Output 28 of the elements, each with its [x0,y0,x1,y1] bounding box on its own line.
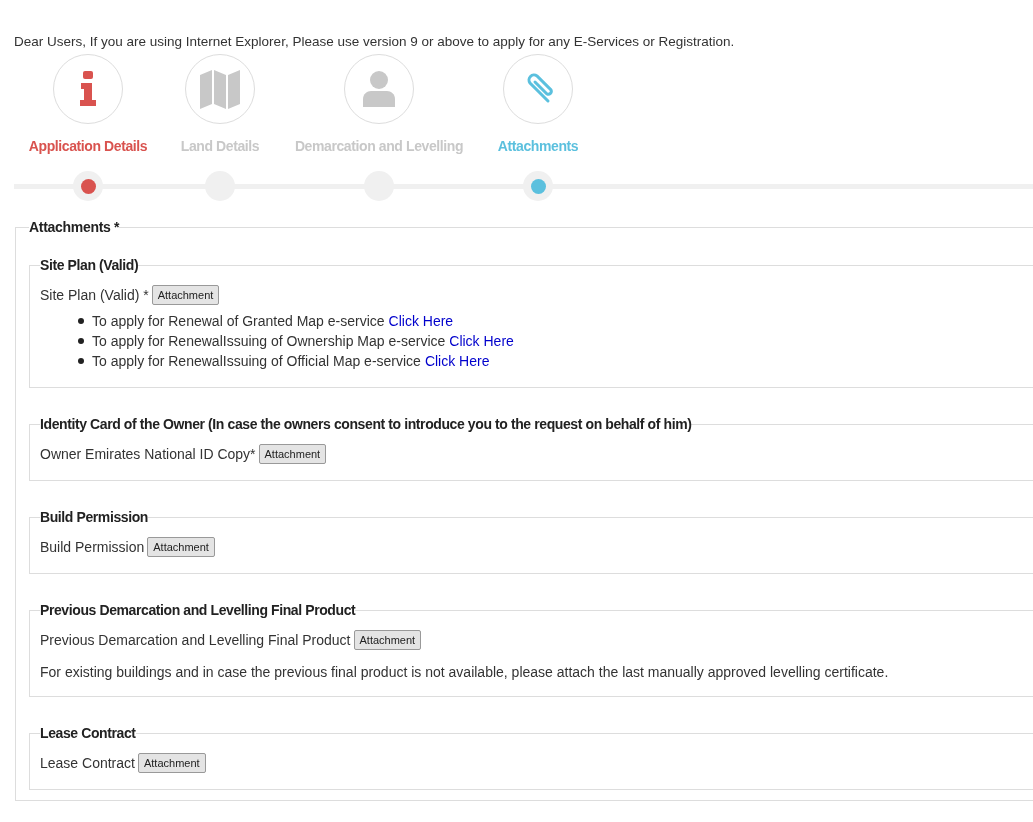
link-description: To apply for Renewal of Granted Map e-service [92,312,385,331]
field-label: Build Permission [40,539,145,555]
attachment-button[interactable]: Attachment [151,285,220,305]
section-title: Lease Contract [40,725,136,741]
click-here-link[interactable]: Click Here [424,351,490,371]
bullet-icon [78,318,84,324]
section-title: Site Plan (Valid) [40,257,139,273]
attachments-legend: Attachments * [29,219,120,235]
step-label[interactable]: Application Details [28,138,148,154]
section-title: Build Permission [40,509,148,525]
link-description: To apply for RenewalIssuing of Ownership Map e-service [92,332,446,351]
attachment-button[interactable]: Attachment [353,630,422,650]
attachment-button[interactable]: Attachment [147,537,215,557]
click-here-link[interactable]: Click Here [388,311,454,331]
link-description: To apply for RenewalIssuing of Official Map e-service [92,352,421,371]
field-label: Owner Emirates National ID Copy* [40,446,256,462]
bullet-icon [78,358,84,364]
section-note: For existing buildings and in case the previous final product is not available, please attach the last manually approved levelling certificate. [40,664,890,680]
bullet-icon [78,338,84,344]
section-title: Identity Card of the Owner (In case the owners consent to introduce you to the request on behalf of him) [40,416,692,432]
section-title: Previous Demarcation and Levelling Final Product [40,602,356,618]
field-label: Previous Demarcation and Levelling Final Product [40,632,351,648]
click-here-link[interactable]: Click Here [449,331,514,351]
browser-notice: Dear Users, If you are using Internet Explorer, Please use version 9 or above to apply for any E-Services or Registration. [13,33,736,50]
attachment-button[interactable]: Attachment [258,444,327,464]
field-label: Lease Contract [40,755,135,771]
attachment-button[interactable]: Attachment [137,753,206,773]
field-label: Site Plan (Valid) * [40,287,149,303]
